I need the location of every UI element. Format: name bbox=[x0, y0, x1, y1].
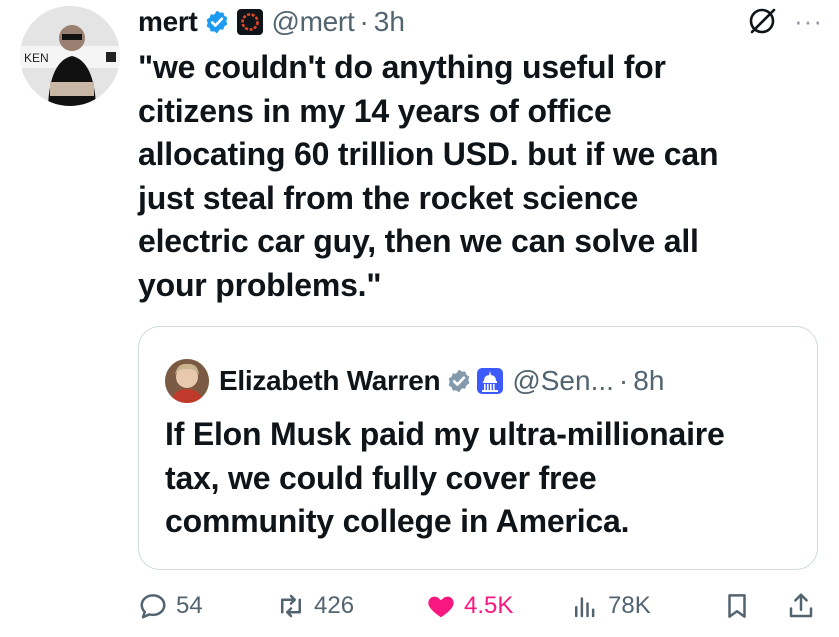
like-button[interactable]: 4.5K bbox=[426, 588, 513, 624]
author-avatar[interactable]: KEN bbox=[20, 6, 120, 106]
reply-icon bbox=[140, 594, 166, 619]
verified-badge-icon[interactable] bbox=[204, 9, 230, 35]
bookmark-button[interactable] bbox=[722, 588, 752, 624]
quoted-tweet[interactable]: Elizabeth Warren @Sen... · 8h If Elon Mu… bbox=[138, 326, 818, 570]
svg-text:KEN: KEN bbox=[24, 51, 49, 65]
repost-count: 426 bbox=[314, 592, 355, 619]
bookmark-icon bbox=[728, 594, 746, 618]
views-chart-icon bbox=[575, 597, 595, 618]
quoted-tweet-text: If Elon Musk paid my ultra-millionaire t… bbox=[165, 416, 725, 539]
repost-icon bbox=[281, 594, 301, 618]
views-count: 78K bbox=[608, 592, 651, 619]
quoted-author-avatar[interactable] bbox=[165, 359, 209, 403]
quoted-post-time[interactable]: 8h bbox=[633, 365, 664, 397]
quoted-tweet-header: Elizabeth Warren @Sen... · 8h bbox=[165, 359, 664, 403]
grok-icon[interactable] bbox=[745, 4, 779, 38]
author-name[interactable]: mert bbox=[138, 6, 198, 38]
post-time[interactable]: 3h bbox=[374, 6, 405, 38]
views-button[interactable]: 78K bbox=[570, 588, 651, 624]
repost-button[interactable]: 426 bbox=[276, 588, 354, 624]
capitol-icon[interactable] bbox=[476, 367, 504, 395]
quoted-header-separator: · bbox=[618, 365, 629, 396]
author-handle[interactable]: @mert bbox=[272, 6, 355, 38]
action-bar: 54 426 4.5K 78K bbox=[138, 588, 828, 624]
quoted-author-handle[interactable]: @Sen... bbox=[512, 365, 614, 397]
share-icon bbox=[789, 593, 813, 618]
quoted-avatar-photo bbox=[165, 359, 209, 403]
tweet-header: mert @mert · 3h bbox=[138, 6, 819, 38]
government-badge-icon[interactable] bbox=[446, 368, 472, 394]
avatar-photo: KEN bbox=[20, 6, 120, 106]
reply-count: 54 bbox=[176, 592, 203, 619]
tweet[interactable]: KEN mert @mert · 3h ··· "we couldn't do … bbox=[0, 0, 839, 637]
quoted-author-name[interactable]: Elizabeth Warren bbox=[219, 365, 441, 397]
heart-icon bbox=[428, 596, 454, 618]
like-count: 4.5K bbox=[464, 592, 514, 619]
reply-button[interactable]: 54 bbox=[138, 588, 203, 624]
tweet-text: "we couldn't do anything useful for citi… bbox=[138, 49, 719, 303]
header-separator: · bbox=[359, 6, 369, 37]
more-options-icon[interactable]: ··· bbox=[794, 6, 823, 37]
share-button[interactable] bbox=[786, 588, 816, 624]
affiliate-logo-icon[interactable] bbox=[236, 8, 264, 36]
